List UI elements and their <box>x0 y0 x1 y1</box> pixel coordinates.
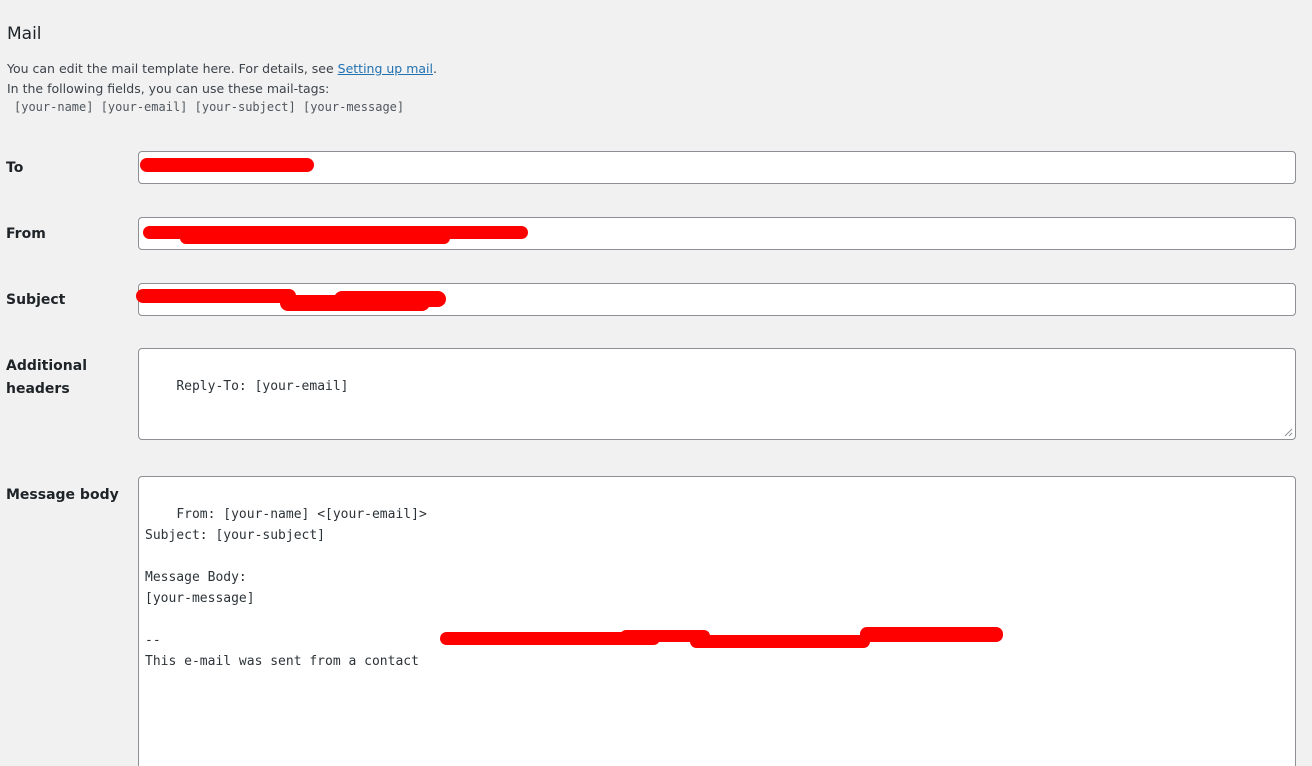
additional-headers-label-line-2: headers <box>6 381 70 397</box>
redaction-mark <box>180 232 450 244</box>
section-title: Mail <box>7 24 42 44</box>
resize-handle-icon[interactable] <box>1284 428 1293 437</box>
mail-tags-list: [your-name] [your-email] [your-subject] … <box>14 100 405 114</box>
description-suffix: . <box>432 61 437 76</box>
message-body-textarea[interactable]: From: [your-name] <[your-email]> Subject… <box>138 476 1296 766</box>
redaction-mark <box>860 627 1003 642</box>
additional-headers-label: Additional headers <box>6 355 87 401</box>
redaction-mark <box>334 291 446 307</box>
redaction-mark <box>690 635 870 648</box>
description-line-1: You can edit the mail template here. For… <box>7 59 437 78</box>
additional-headers-value: Reply-To: [your-email] <box>176 379 349 394</box>
subject-label: Subject <box>6 292 66 308</box>
redaction-mark <box>136 289 296 303</box>
additional-headers-label-line-1: Additional <box>6 358 87 374</box>
setting-up-mail-link[interactable]: Setting up mail <box>338 61 433 76</box>
mail-settings-panel: Mail You can edit the mail template here… <box>0 0 1312 766</box>
message-body-label: Message body <box>6 487 119 503</box>
message-body-value: From: [your-name] <[your-email]> Subject… <box>145 507 427 669</box>
description-text: You can edit the mail template here. For… <box>7 61 338 76</box>
additional-headers-textarea[interactable]: Reply-To: [your-email] <box>138 348 1296 440</box>
from-label: From <box>6 226 46 242</box>
to-label: To <box>6 160 24 176</box>
redaction-mark <box>140 158 314 172</box>
description-line-2: In the following fields, you can use the… <box>7 81 330 96</box>
